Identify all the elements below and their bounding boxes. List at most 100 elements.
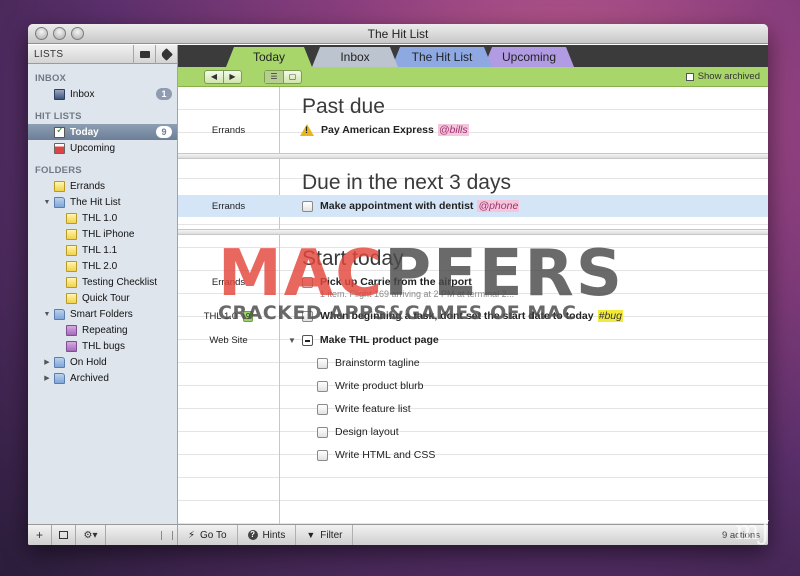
task-item[interactable]: ▼ Make THL product page — [288, 334, 439, 346]
sidebar-item-thl-1-0[interactable]: THL 1.0 — [28, 210, 177, 226]
task-tag[interactable]: #bug — [597, 310, 623, 322]
task-row[interactable]: THL 1.0 9 When beginning a task, dont se… — [178, 305, 768, 327]
folder-icon — [139, 50, 150, 58]
folders-view-button[interactable] — [133, 44, 155, 64]
task-checkbox[interactable] — [317, 380, 328, 392]
section-hitlists-title: HIT LISTS — [35, 111, 82, 122]
actions-menu-button[interactable]: ⚙▾ — [76, 524, 106, 545]
tab-upcoming[interactable]: Upcoming — [484, 47, 574, 67]
subtask-title: Design layout — [335, 426, 399, 438]
subtask-row[interactable]: Design layout — [178, 421, 768, 443]
task-item[interactable]: Pay American Express @bills — [300, 124, 469, 136]
disclosure-open-icon[interactable]: ▼ — [42, 199, 52, 206]
resize-grip[interactable] — [161, 530, 173, 540]
sidebar-item-label: Quick Tour — [82, 292, 130, 304]
sidebar-item-thl-2-0[interactable]: THL 2.0 — [28, 258, 177, 274]
tab-the-hit-list[interactable]: The Hit List — [392, 47, 492, 67]
task-folder: THL 1.0 9 — [178, 310, 279, 322]
sidebar-item-thl-1-1[interactable]: THL 1.1 — [28, 242, 177, 258]
goto-button[interactable]: ⚡ Go To — [178, 524, 238, 545]
section-inbox-title: INBOX — [35, 73, 67, 84]
sidebar-item-the-hit-list[interactable]: ▼ The Hit List — [28, 194, 177, 210]
task-row[interactable]: Web Site ▼ Make THL product page — [178, 329, 768, 351]
task-title: Pick up Carrie from the airport — [320, 276, 472, 288]
minimize-window-button[interactable] — [53, 27, 66, 40]
task-row[interactable]: Errands Pay American Express @bills — [178, 119, 768, 141]
sidebar-item-label: THL iPhone — [82, 228, 135, 240]
card-view-icon[interactable]: ▢ — [283, 70, 301, 83]
inbox-icon — [54, 88, 65, 100]
folder-icon — [54, 356, 65, 368]
task-row[interactable]: Errands Make appointment with dentist @p… — [178, 195, 768, 217]
sidebar-item-label: Testing Checklist — [82, 276, 158, 288]
disclosure-closed-icon[interactable]: ▶ — [42, 358, 52, 366]
task-item[interactable]: When beginning a task, dont set the star… — [302, 310, 623, 322]
subtask-item[interactable]: Write HTML and CSS — [317, 449, 435, 461]
sidebar-item-archived[interactable]: ▶ Archived — [28, 370, 177, 386]
task-checkbox[interactable] — [317, 403, 328, 415]
subtask-row[interactable]: Write product blurb — [178, 375, 768, 397]
close-window-button[interactable] — [35, 27, 48, 40]
task-tag[interactable]: @bills — [437, 124, 469, 136]
subtask-row[interactable]: Write feature list — [178, 398, 768, 420]
task-checkbox[interactable] — [317, 357, 328, 369]
sidebar-item-today[interactable]: Today 9 — [28, 124, 177, 140]
disclosure-open-icon[interactable]: ▼ — [42, 311, 52, 318]
task-checkbox[interactable] — [302, 310, 313, 322]
show-archived-checkbox[interactable] — [685, 72, 694, 81]
sidebar-item-repeating[interactable]: Repeating — [28, 322, 177, 338]
filter-label: Filter — [320, 529, 343, 541]
forward-arrow-icon[interactable]: ▶ — [223, 70, 241, 83]
task-checkbox[interactable] — [317, 449, 328, 461]
sidebar-item-errands[interactable]: Errands — [28, 178, 177, 194]
subtask-item[interactable]: Design layout — [317, 426, 399, 438]
task-folder: Errands — [211, 124, 246, 136]
task-checkbox[interactable] — [302, 200, 313, 212]
sidebar-item-on-hold[interactable]: ▶ On Hold — [28, 354, 177, 370]
calendar-icon — [54, 142, 65, 154]
sidebar-item-inbox[interactable]: Inbox 1 — [28, 86, 177, 102]
section-heading-start-today: Start today — [302, 247, 404, 270]
sidebar-item-testing-checklist[interactable]: Testing Checklist — [28, 274, 177, 290]
sidebar-item-upcoming[interactable]: Upcoming — [28, 140, 177, 156]
smart-folder-icon — [66, 340, 77, 352]
add-folder-button[interactable] — [52, 524, 76, 545]
task-item[interactable]: Pick up Carrie from the airport — [302, 276, 472, 288]
smart-folder-icon — [66, 324, 77, 336]
task-checkbox[interactable] — [317, 426, 328, 438]
task-folder: Errands — [211, 200, 246, 212]
disclosure-closed-icon[interactable]: ▶ — [42, 374, 52, 382]
tab-today[interactable]: Today — [226, 47, 312, 67]
task-item[interactable]: Make appointment with dentist @phone — [302, 200, 520, 212]
section-separator — [178, 229, 768, 235]
tab-inbox[interactable]: Inbox — [312, 47, 398, 67]
sidebar-item-label: On Hold — [70, 356, 107, 368]
question-icon: ? — [247, 530, 258, 540]
disclosure-open-icon[interactable]: ▼ — [288, 336, 296, 345]
subtask-item[interactable]: Write feature list — [317, 403, 411, 415]
tag-icon — [160, 47, 173, 61]
subtask-row[interactable]: Write HTML and CSS — [178, 444, 768, 466]
hints-button[interactable]: ? Hints — [238, 524, 297, 545]
sidebar-header: LISTS — [28, 44, 177, 64]
show-archived-toggle[interactable]: Show archived — [685, 71, 760, 82]
sidebar-item-label: THL 1.1 — [82, 244, 118, 256]
task-checkbox-partial[interactable] — [301, 334, 313, 346]
add-list-button[interactable]: + — [28, 524, 52, 545]
list-view-icon[interactable]: ☰ — [265, 70, 283, 83]
back-arrow-icon[interactable]: ◀ — [205, 71, 223, 83]
zoom-window-button[interactable] — [71, 27, 84, 40]
sidebar-item-thl-iphone[interactable]: THL iPhone — [28, 226, 177, 242]
subtask-item[interactable]: Brainstorm tagline — [317, 357, 420, 369]
main-area: Upcoming The Hit List Inbox Today ◀ ▶ ☰ … — [178, 45, 768, 545]
filter-button[interactable]: ▼ Filter — [296, 524, 354, 545]
task-tag[interactable]: @phone — [477, 200, 520, 212]
subtask-row[interactable]: Brainstorm tagline — [178, 352, 768, 374]
list-icon — [66, 244, 77, 256]
tags-view-button[interactable] — [155, 44, 177, 64]
subtask-item[interactable]: Write product blurb — [317, 380, 424, 392]
sidebar-item-smart-folders[interactable]: ▼ Smart Folders — [28, 306, 177, 322]
sidebar-item-thl-bugs[interactable]: THL bugs — [28, 338, 177, 354]
task-checkbox[interactable] — [302, 276, 313, 288]
sidebar-item-quick-tour[interactable]: Quick Tour — [28, 290, 177, 306]
